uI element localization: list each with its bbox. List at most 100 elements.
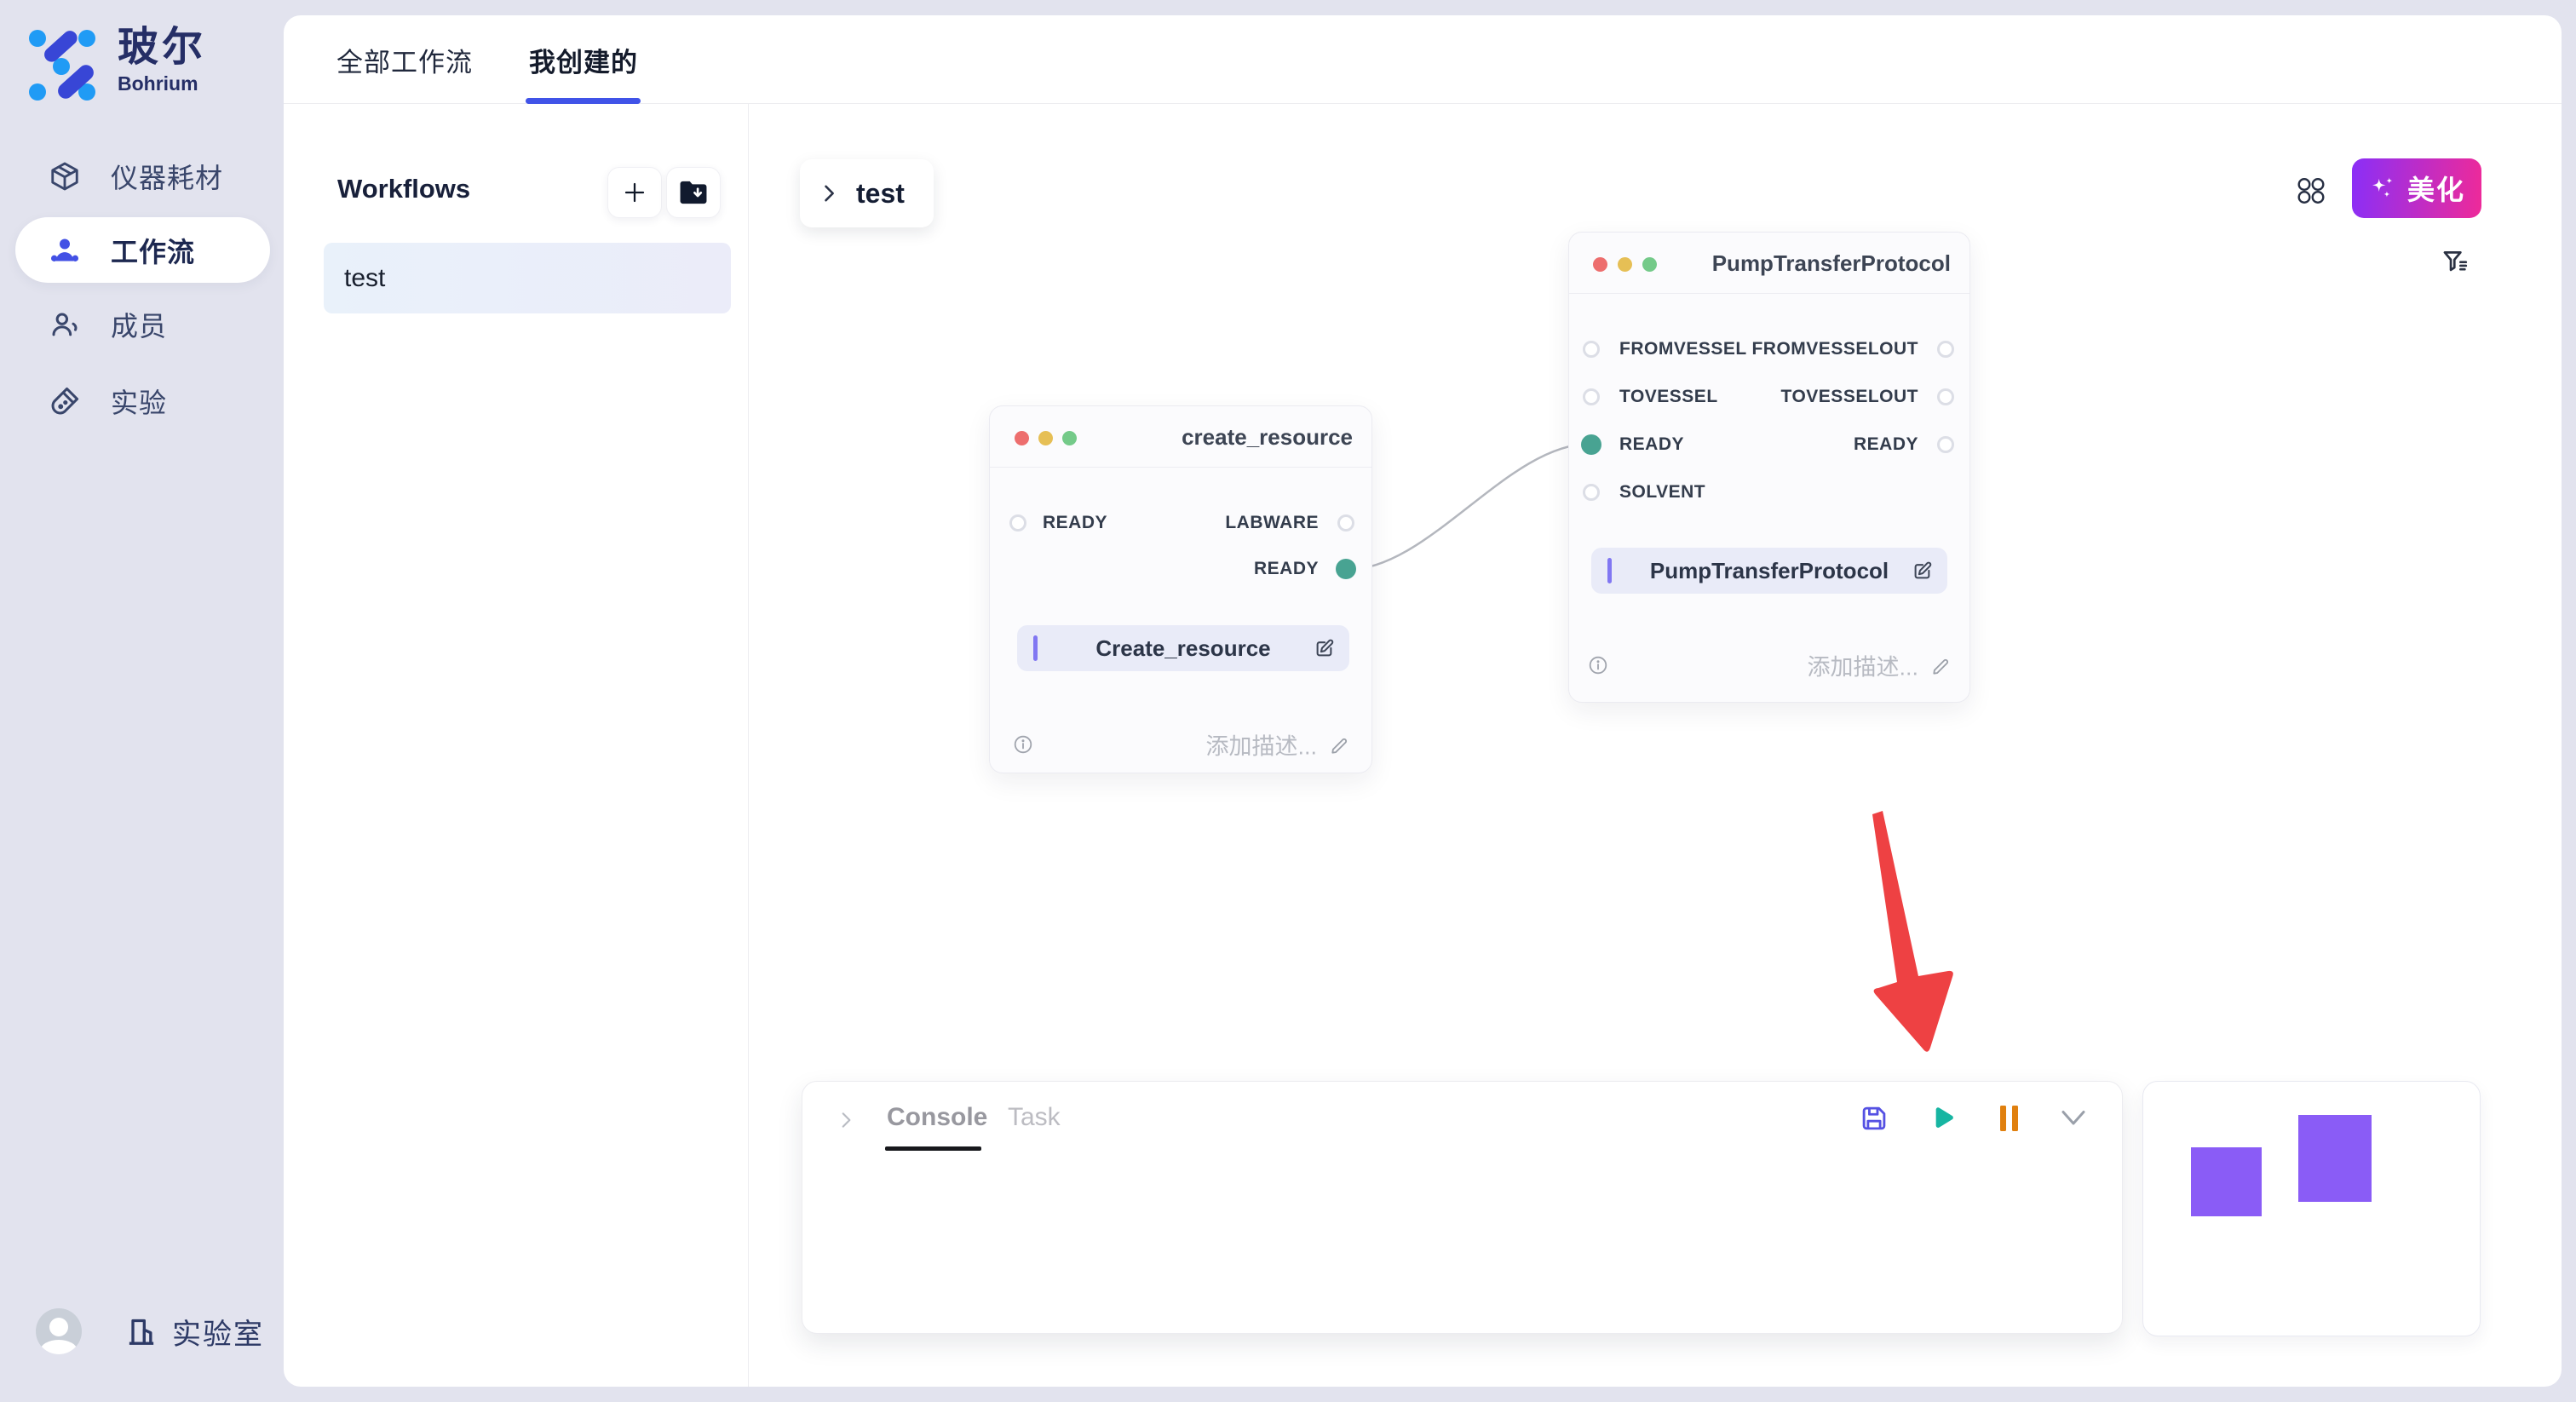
pencil-icon[interactable]: [1930, 655, 1952, 677]
sidebar-item-workflow[interactable]: 工作流: [15, 217, 270, 283]
chevron-down-icon[interactable]: [2058, 1107, 2089, 1129]
input-port-circle-connected[interactable]: [1581, 434, 1601, 455]
folder-download-icon: [677, 178, 710, 207]
info-icon[interactable]: [1588, 655, 1608, 675]
port-row: FROMVESSEL FROMVESSELOUT: [1569, 339, 1969, 359]
traffic-yellow-dot[interactable]: [1038, 431, 1053, 445]
traffic-green-dot[interactable]: [1062, 431, 1077, 445]
beautify-label: 美化: [2407, 169, 2465, 208]
input-port-circle[interactable]: [1583, 484, 1600, 501]
pill-label: Create_resource: [1017, 625, 1349, 671]
bohrium-logo-icon: [26, 26, 101, 101]
import-folder-button[interactable]: [666, 167, 721, 218]
input-port-label: TOVESSEL: [1619, 387, 1718, 407]
port-row: READY: [990, 559, 1371, 579]
active-tab-underline: [526, 98, 641, 104]
node-title: create_resource: [1182, 406, 1353, 468]
description-placeholder[interactable]: 添加描述...: [1807, 649, 1918, 682]
traffic-green-dot[interactable]: [1642, 257, 1657, 272]
node-action-pill[interactable]: Create_resource: [1017, 625, 1349, 671]
add-workflow-button[interactable]: [607, 167, 662, 218]
main-panel: 全部工作流 我创建的 Workflows test: [284, 15, 2562, 1387]
avatar[interactable]: [36, 1308, 82, 1354]
input-port-circle[interactable]: [1583, 388, 1600, 405]
console-active-underline: [885, 1146, 981, 1151]
input-port-circle[interactable]: [1009, 514, 1026, 531]
sidebar-item-experiment[interactable]: 实验: [15, 368, 270, 434]
collapse-chevron-right-icon[interactable]: [835, 1109, 857, 1131]
input-port-label: FROMVESSEL: [1619, 339, 1747, 359]
port-row: READY READY: [1569, 434, 1969, 455]
avatar-head: [49, 1318, 68, 1336]
minimap-node-pump-transfer: [2298, 1115, 2372, 1202]
node-pump-transfer-protocol[interactable]: PumpTransferProtocol FROMVESSEL FROMVESS…: [1568, 232, 1970, 703]
console-panel: Console Task: [802, 1081, 2123, 1334]
edit-square-icon[interactable]: [1911, 560, 1934, 583]
sidebar-item-members[interactable]: 成员: [15, 291, 270, 357]
layout-grid-icon[interactable]: [2296, 177, 2326, 204]
sparkles-icon: [2368, 174, 2397, 203]
node-title: PumpTransferProtocol: [1712, 233, 1951, 294]
node-action-pill[interactable]: PumpTransferProtocol: [1591, 548, 1947, 594]
output-port-circle[interactable]: [1937, 388, 1954, 405]
members-icon: [48, 307, 82, 342]
sidebar: 玻尔 Bohrium 仪器耗材 工作流: [0, 0, 284, 1402]
sidebar-item-instruments[interactable]: 仪器耗材: [15, 143, 270, 209]
input-port-circle[interactable]: [1583, 341, 1600, 358]
pause-icon[interactable]: [1998, 1105, 2021, 1132]
pencil-icon[interactable]: [1329, 734, 1351, 756]
minimap-node-create-resource: [2191, 1147, 2262, 1216]
canvas-breadcrumb[interactable]: test: [800, 159, 934, 227]
input-port-label: READY: [1043, 513, 1107, 533]
run-play-icon[interactable]: [1924, 1102, 1958, 1135]
brand: 玻尔 Bohrium: [26, 26, 206, 101]
output-port-label: TOVESSELOUT: [1781, 387, 1918, 407]
workflows-panel-title: Workflows: [337, 174, 470, 204]
lab-label: 实验室: [172, 1311, 264, 1353]
node-create-resource[interactable]: create_resource READY LABWARE READY Crea…: [989, 405, 1372, 773]
pill-label: PumpTransferProtocol: [1591, 548, 1947, 594]
edit-square-icon[interactable]: [1313, 637, 1336, 660]
output-port-label: LABWARE: [1225, 513, 1319, 533]
breadcrumb-label: test: [856, 178, 905, 210]
traffic-yellow-dot[interactable]: [1618, 257, 1632, 272]
annotation-arrow-red: [1872, 811, 1953, 1052]
description-placeholder[interactable]: 添加描述...: [1205, 728, 1317, 761]
plus-icon: [622, 180, 647, 205]
tab-my-created[interactable]: 我创建的: [529, 15, 638, 104]
output-port-circle-connected[interactable]: [1336, 559, 1356, 579]
building-icon: [124, 1313, 158, 1349]
node-header[interactable]: create_resource: [990, 406, 1371, 468]
traffic-red-dot[interactable]: [1015, 431, 1029, 445]
node-header[interactable]: PumpTransferProtocol: [1569, 233, 1969, 294]
workflow-list-item[interactable]: test: [324, 243, 731, 313]
task-tab[interactable]: Task: [1008, 1102, 1061, 1133]
traffic-red-dot[interactable]: [1593, 257, 1607, 272]
output-port-circle[interactable]: [1337, 514, 1354, 531]
lab-entry[interactable]: 实验室: [124, 1311, 264, 1353]
input-port-label: READY: [1619, 434, 1684, 455]
beautify-button[interactable]: 美化: [2352, 158, 2481, 218]
sidebar-item-label: 工作流: [111, 231, 195, 270]
output-port-label: READY: [1254, 559, 1319, 579]
output-port-label: FROMVESSELOUT: [1751, 339, 1918, 359]
output-port-circle[interactable]: [1937, 436, 1954, 453]
workflow-tabbar: 全部工作流 我创建的: [284, 15, 2562, 104]
filter-icon[interactable]: [2441, 247, 2470, 276]
chevron-right-icon: [817, 181, 841, 205]
output-port-circle[interactable]: [1937, 341, 1954, 358]
sidebar-footer: 实验室: [36, 1308, 264, 1354]
minimap[interactable]: [2142, 1081, 2481, 1336]
brand-name-en: Bohrium: [118, 72, 206, 95]
output-port-label: READY: [1854, 434, 1918, 455]
save-icon[interactable]: [1858, 1102, 1890, 1135]
brand-name-zh: 玻尔: [118, 26, 206, 71]
edge-create-to-pump: [1347, 444, 1590, 570]
info-icon[interactable]: [1013, 734, 1033, 755]
sidebar-item-label: 实验: [111, 382, 167, 421]
console-tab[interactable]: Console: [887, 1102, 987, 1133]
node-footer: 添加描述...: [990, 727, 1371, 761]
tab-all-workflows[interactable]: 全部工作流: [336, 15, 473, 104]
sidebar-item-label: 仪器耗材: [111, 157, 223, 196]
sidebar-item-label: 成员: [111, 305, 167, 344]
